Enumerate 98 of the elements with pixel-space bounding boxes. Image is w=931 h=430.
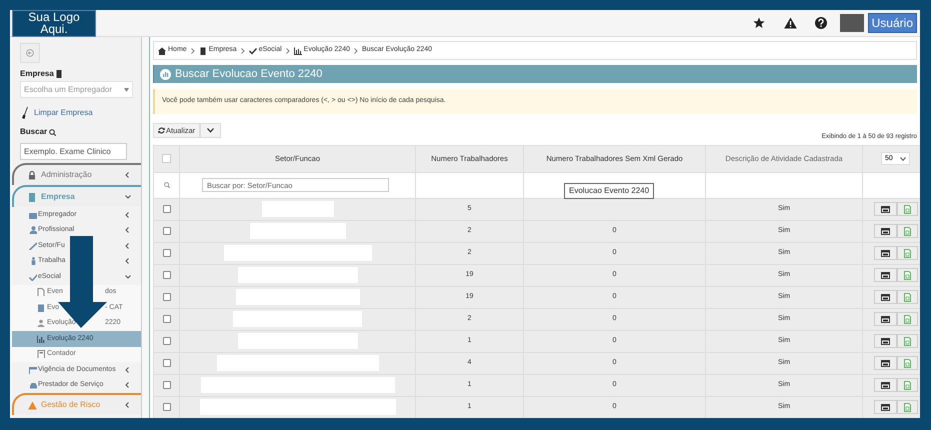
spreadsheet-icon [904, 292, 911, 302]
chevron-down-icon [125, 194, 131, 200]
menu-icon [29, 257, 37, 266]
spreadsheet-icon [904, 402, 911, 412]
chevron-right-icon [190, 48, 195, 54]
search-icon [49, 128, 56, 136]
chevron-down-icon [207, 128, 214, 133]
submenu-icon [37, 350, 45, 358]
field-label: Empresa [20, 68, 54, 80]
view-button[interactable] [874, 334, 897, 348]
section-icon [28, 192, 37, 202]
avatar-placeholder [840, 14, 864, 32]
building-icon [56, 70, 62, 78]
collapse-button[interactable] [20, 43, 40, 63]
row-checkbox[interactable] [162, 227, 170, 236]
chevron-right-icon [286, 48, 290, 54]
chevron-left-icon [125, 172, 131, 178]
chevron-left-icon [125, 366, 131, 373]
menu-icon [29, 210, 37, 219]
spreadsheet-icon [904, 336, 911, 346]
chevron-right-icon [240, 48, 245, 54]
chevron-right-icon [354, 48, 358, 54]
view-button[interactable] [874, 400, 897, 414]
window-icon [881, 404, 890, 411]
row-checkbox[interactable] [162, 249, 170, 258]
row-checkbox[interactable] [162, 337, 170, 346]
chevron-left-icon [125, 212, 131, 218]
clear-company-link[interactable]: Limpar Empresa [34, 107, 93, 119]
window-icon [881, 206, 890, 213]
spreadsheet-icon [904, 358, 911, 368]
breadcrumb-icon [248, 46, 257, 54]
view-button[interactable] [874, 246, 897, 260]
window-icon [881, 272, 890, 279]
row-checkbox[interactable] [162, 293, 170, 302]
spreadsheet-icon [904, 270, 911, 280]
chevron-left-icon [125, 382, 131, 388]
view-button[interactable] [874, 356, 897, 370]
window-icon [881, 316, 890, 323]
window-icon [881, 228, 890, 235]
submenu-icon [37, 334, 45, 343]
row-checkbox[interactable] [162, 271, 170, 280]
view-button[interactable] [874, 378, 897, 392]
section-icon [28, 170, 37, 180]
row-checkbox[interactable] [162, 315, 170, 324]
menu-icon [29, 242, 37, 250]
search-field[interactable]: Exemplo. Exame Clinico [20, 143, 127, 160]
section-icon [28, 400, 37, 410]
view-button[interactable] [874, 290, 897, 304]
view-button[interactable] [874, 202, 897, 216]
row-checkbox[interactable] [162, 403, 170, 412]
dropdown-button[interactable] [200, 123, 222, 138]
row-checkbox[interactable] [162, 381, 170, 390]
view-button[interactable] [874, 224, 897, 238]
window-icon [881, 382, 890, 389]
chevron-down-icon [125, 274, 131, 280]
spreadsheet-icon [904, 380, 911, 390]
row-checkbox[interactable] [162, 359, 170, 368]
spreadsheet-icon [904, 314, 911, 324]
chevron-down-icon [900, 156, 906, 161]
chevron-left-icon [125, 402, 131, 408]
chart-badge-icon [160, 68, 171, 80]
spreadsheet-icon [904, 248, 911, 258]
breadcrumb-icon [158, 46, 166, 54]
view-button[interactable] [874, 312, 897, 326]
spreadsheet-icon [904, 204, 911, 214]
submenu-icon [37, 319, 45, 328]
menu-icon [29, 226, 37, 234]
help-icon [814, 17, 827, 29]
warning-icon [784, 17, 797, 29]
chevron-left-icon [125, 242, 131, 249]
select-placeholder: Escolha um Empregador [24, 84, 114, 96]
chevron-left-icon [125, 258, 131, 264]
window-icon [881, 294, 890, 301]
window-icon [881, 360, 890, 367]
tooltip: Evolucao Evento 2240 [564, 183, 654, 199]
star-icon [752, 17, 765, 29]
row-checkbox[interactable] [162, 205, 170, 214]
user-button[interactable]: Usuário [868, 13, 917, 33]
select-all-checkbox[interactable] [162, 154, 171, 164]
view-button[interactable] [874, 268, 897, 282]
window-icon [881, 250, 890, 257]
breadcrumb-icon [198, 46, 207, 54]
refresh-icon [158, 127, 165, 134]
field-label: Buscar [20, 126, 48, 138]
spreadsheet-icon [904, 226, 911, 236]
menu-icon [29, 366, 37, 374]
chevron-left-icon [125, 227, 131, 234]
page-title: Buscar Evolucao Evento 2240 [175, 66, 322, 82]
menu-icon [29, 381, 37, 390]
breadcrumb-icon [294, 46, 302, 54]
collapse-icon [26, 49, 34, 57]
menu-icon [29, 272, 37, 281]
menu-section[interactable]: Administração [12, 163, 141, 185]
window-icon [881, 338, 890, 345]
caret-icon [124, 88, 129, 92]
search-icon [164, 182, 170, 188]
logo-text: Sua Logo Aqui. [12, 10, 96, 36]
broom-icon [22, 107, 28, 119]
